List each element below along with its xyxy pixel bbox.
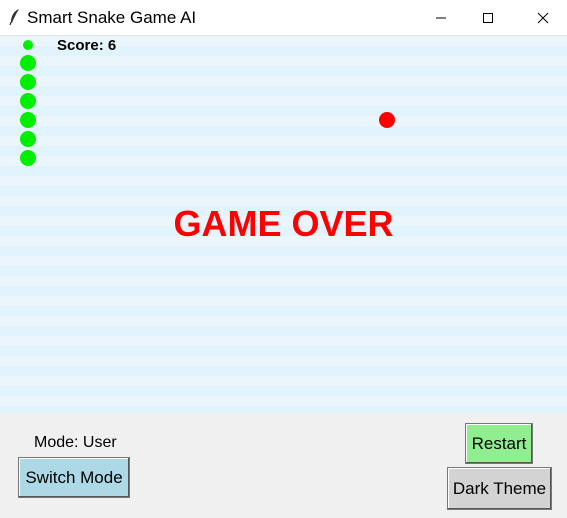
title-bar: Smart Snake Game AI (0, 0, 567, 36)
dark-theme-button[interactable]: Dark Theme (447, 467, 552, 510)
window-title: Smart Snake Game AI (27, 8, 197, 27)
mode-label: Mode: User (34, 434, 117, 451)
game-over-text: GAME OVER (173, 203, 394, 244)
snake-segment (20, 112, 36, 128)
snake-segment (20, 55, 36, 71)
score-label: Score: 6 (57, 37, 117, 54)
close-icon (537, 12, 549, 23)
maximize-icon (483, 12, 493, 23)
maximize-button[interactable] (465, 0, 511, 35)
food-dot (379, 112, 395, 128)
snake-segment (20, 74, 36, 90)
minimize-icon (436, 17, 446, 18)
feather-icon (8, 8, 22, 26)
snake-segment (20, 93, 36, 109)
minimize-button[interactable] (418, 0, 464, 35)
restart-button[interactable]: Restart (465, 423, 533, 464)
snake-segment (20, 131, 36, 147)
close-button[interactable] (520, 0, 566, 35)
snake-segment (20, 150, 36, 166)
snake-head (23, 40, 33, 50)
game-canvas[interactable]: Score: 6 GAME OVER (0, 36, 567, 413)
switch-mode-button[interactable]: Switch Mode (18, 457, 130, 498)
